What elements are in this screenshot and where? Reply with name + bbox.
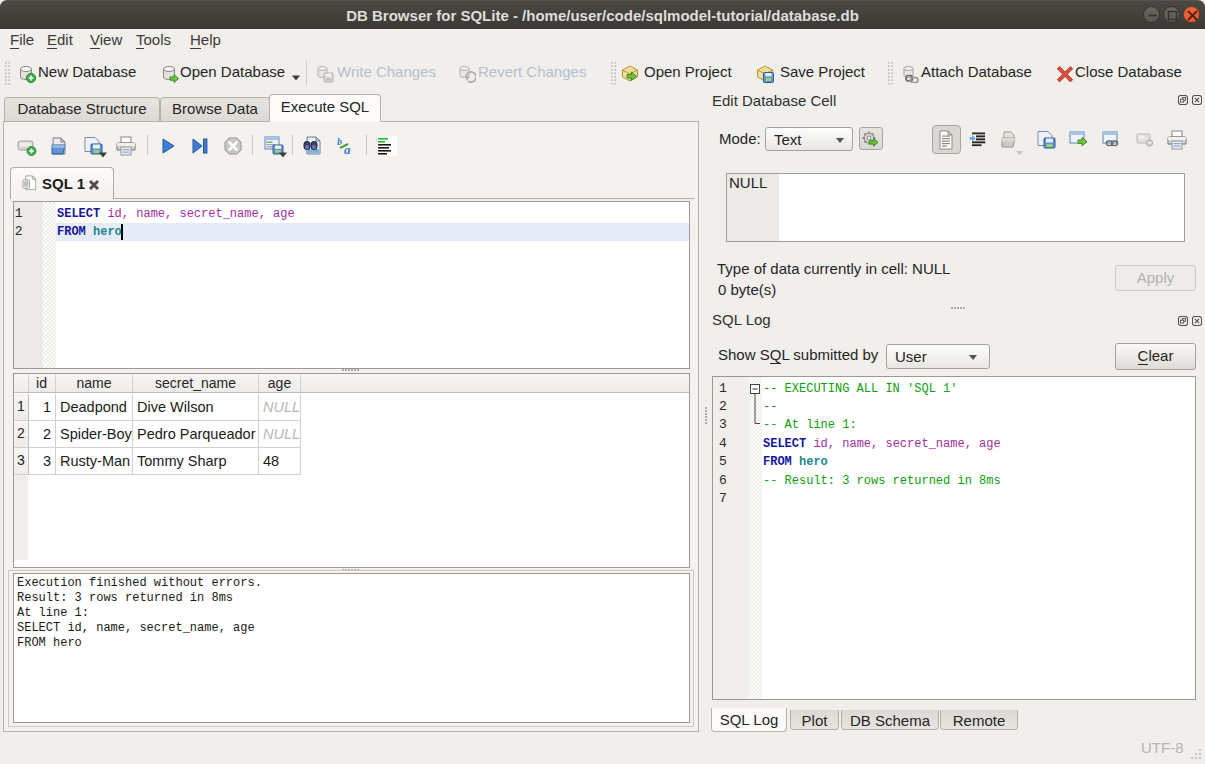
svg-text:b: b xyxy=(337,136,342,147)
